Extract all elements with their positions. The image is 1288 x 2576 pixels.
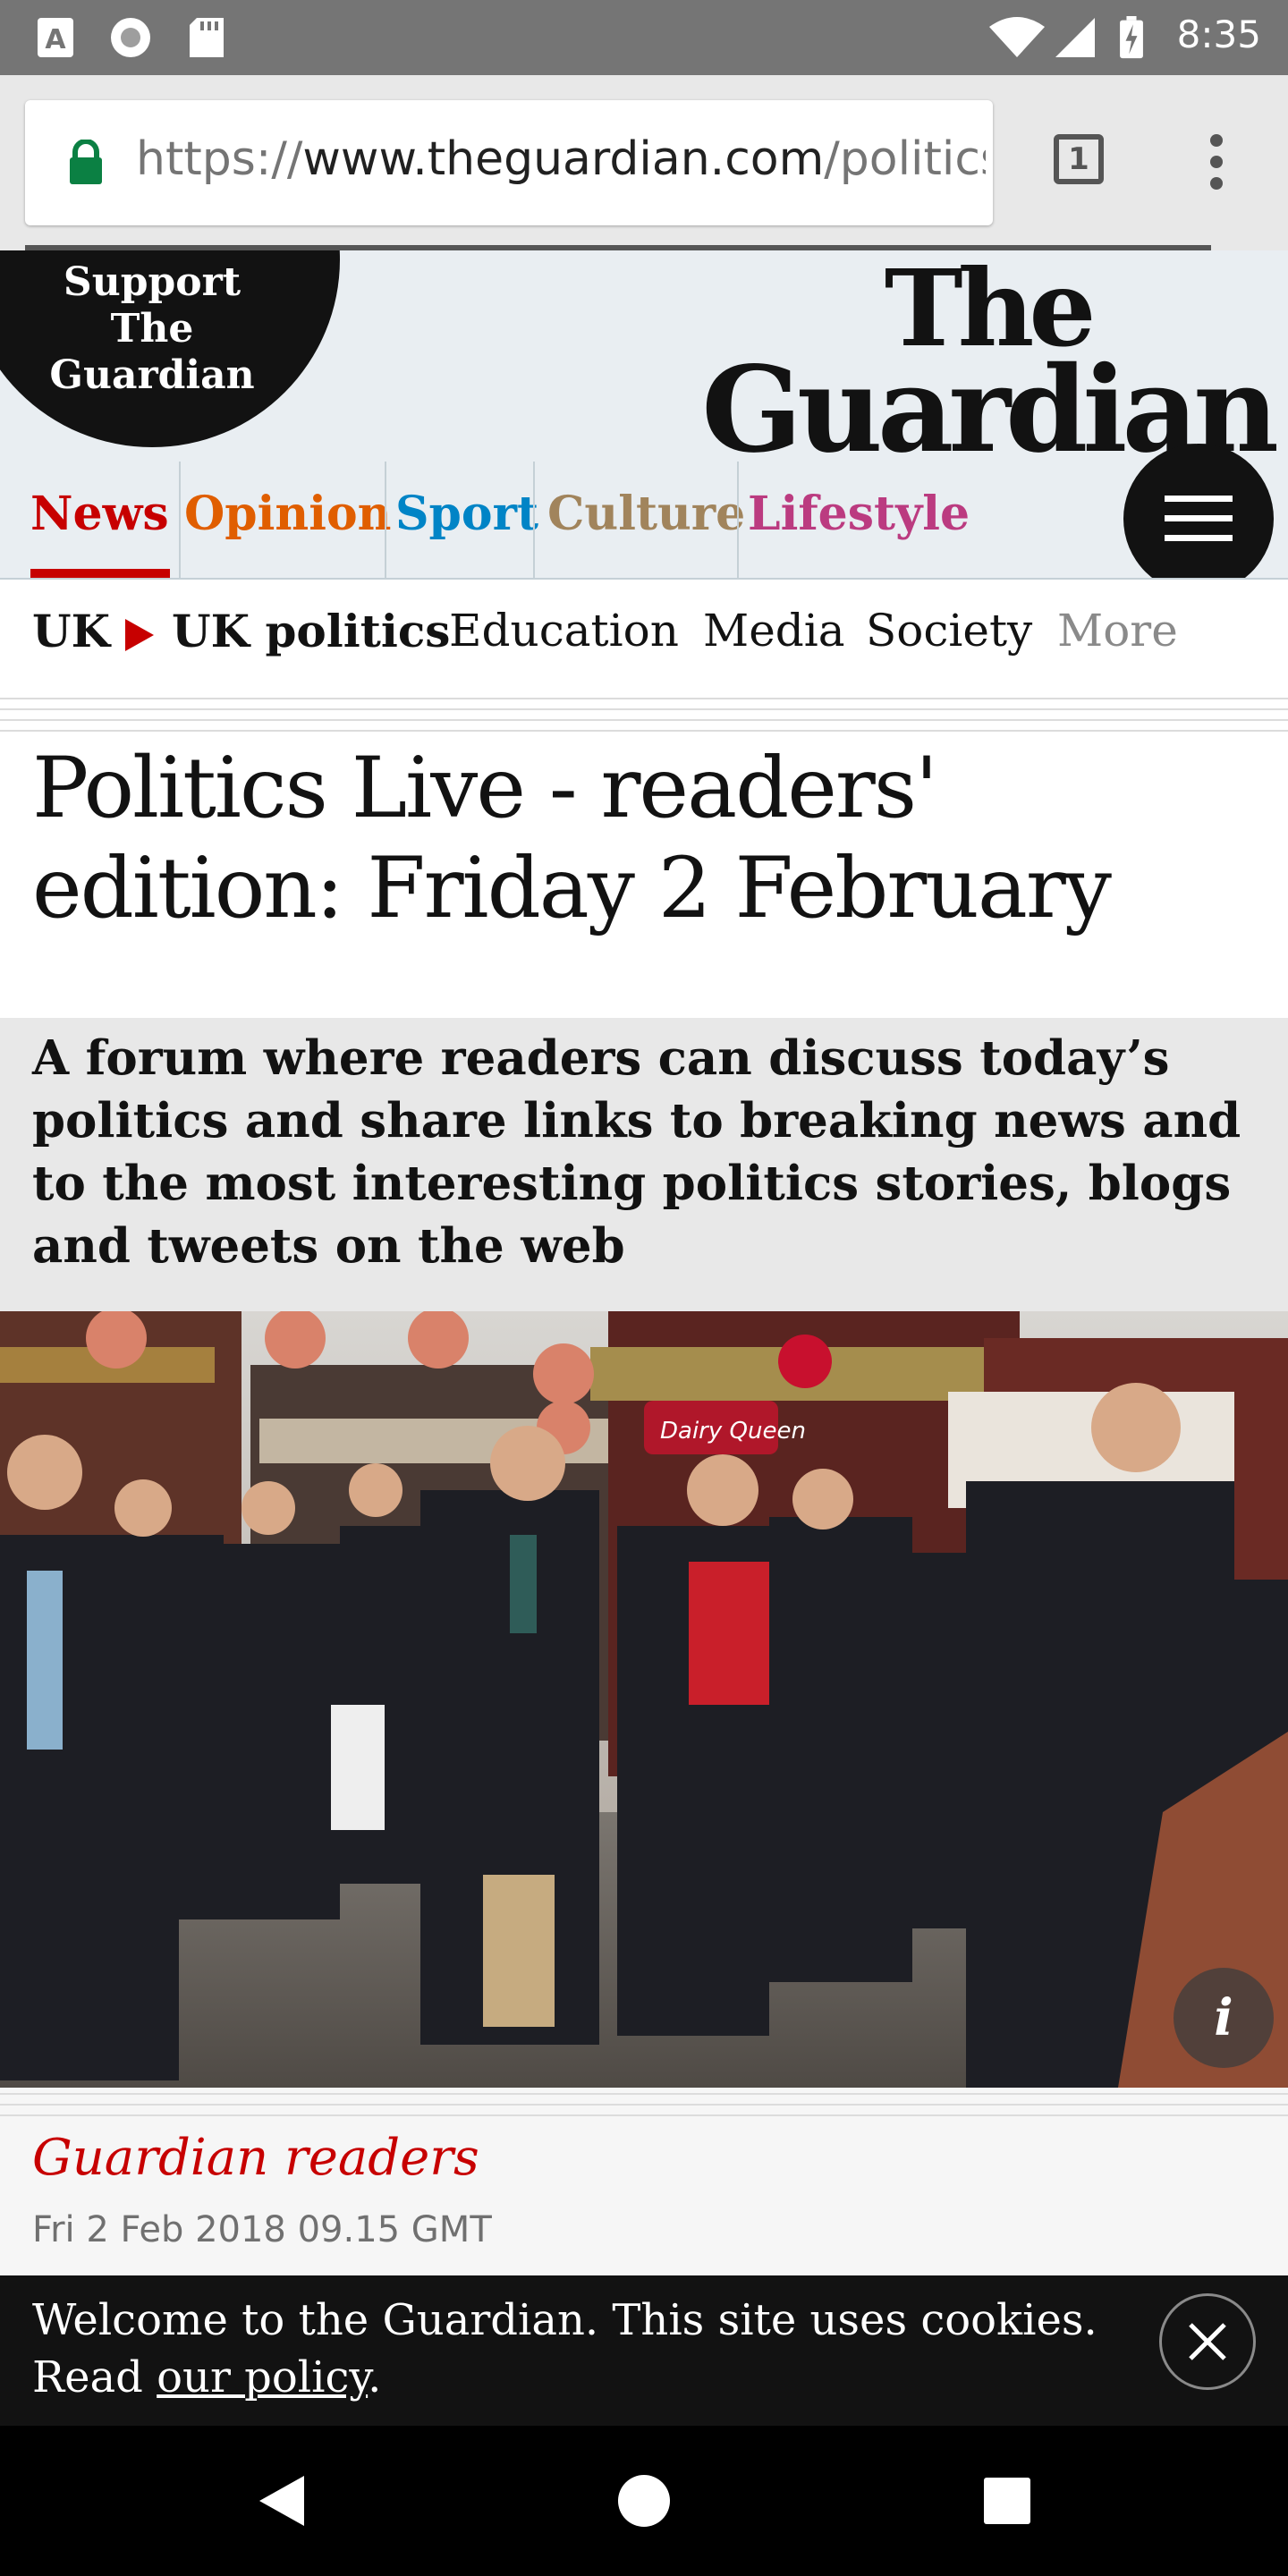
url-path: /politics [824, 132, 986, 186]
recents-icon[interactable] [982, 2476, 1032, 2526]
pillar-culture-label: Culture [547, 487, 746, 541]
signal-icon [1055, 18, 1095, 57]
subnav-more[interactable]: More [1057, 605, 1178, 657]
browser-toolbar: https://www.theguardian.com/politics 1 [0, 75, 1288, 250]
photo-sign-text: Dairy Queen [660, 1418, 806, 1445]
breadcrumb-arrow-icon [125, 619, 154, 651]
publish-date: Fri 2 Feb 2018 09.15 GMT [32, 2209, 492, 2250]
byline-author[interactable]: Guardian readers [32, 2129, 479, 2187]
standfirst-text: A forum where readers can discuss today’… [32, 1030, 1241, 1274]
record-icon [111, 18, 150, 57]
standfirst-block: A forum where readers can discuss today’… [0, 1018, 1288, 1311]
hamburger-icon-bottom [1165, 535, 1233, 541]
support-the-guardian-button[interactable]: Support The Guardian [0, 250, 340, 447]
site-header: Support The Guardian The Guardian News O… [0, 250, 1288, 578]
clock: 8:35 [1176, 13, 1261, 56]
subnav-uk[interactable]: UK [32, 605, 110, 657]
lock-icon [70, 140, 102, 184]
pillar-news[interactable]: News [30, 462, 170, 578]
pillar-opinion-label: Opinion [184, 487, 392, 541]
keyboard-a-icon: A [38, 18, 73, 57]
subnav-media[interactable]: Media [703, 605, 845, 657]
battery-charging-icon [1120, 16, 1143, 59]
sd-card-icon [190, 18, 224, 57]
divider [0, 730, 1288, 732]
pillar-nav: News Opinion Sport Culture Lifestyle [0, 462, 1118, 578]
wifi-icon [989, 17, 1045, 57]
back-icon[interactable] [256, 2474, 306, 2528]
system-navigation-bar [0, 2426, 1288, 2576]
hamburger-icon-mid [1165, 515, 1233, 521]
divider [0, 2104, 1288, 2106]
divider [0, 2114, 1288, 2116]
home-icon[interactable] [617, 2474, 671, 2528]
divider [0, 719, 1288, 721]
url-text: https://www.theguardian.com/politics [136, 132, 986, 186]
section-subnav: UK UK politics Education Media Society M… [0, 578, 1288, 691]
pillar-lifestyle[interactable]: Lifestyle [737, 462, 970, 578]
url-scheme: https:// [136, 132, 303, 186]
url-host: www.theguardian.com [302, 132, 825, 186]
hamburger-icon [1165, 496, 1233, 502]
article-main-image[interactable]: Dairy Queen [0, 1311, 1288, 2088]
cookie-text-end: . [368, 2352, 382, 2402]
pillar-sport[interactable]: Sport [385, 462, 538, 578]
overflow-menu-icon[interactable] [1204, 134, 1229, 191]
support-label: Support The Guardian [49, 259, 255, 398]
pillar-culture[interactable]: Culture [533, 462, 745, 578]
pillar-opinion[interactable]: Opinion [179, 462, 391, 578]
subnav-society[interactable]: Society [866, 605, 1032, 657]
guardian-logo[interactable]: The Guardian [701, 256, 1279, 470]
svg-text:A: A [45, 24, 66, 55]
pillar-sport-label: Sport [395, 487, 539, 541]
pillar-news-label: News [30, 487, 169, 541]
divider [0, 698, 1288, 699]
photo-illustration: Dairy Queen [0, 1311, 1288, 2088]
divider [0, 708, 1288, 710]
cookie-banner: Welcome to the Guardian. This site uses … [0, 2275, 1288, 2426]
divider [0, 2093, 1288, 2095]
close-icon [1189, 2323, 1226, 2360]
subnav-uk-politics[interactable]: UK politics [172, 605, 450, 657]
article-headline: Politics Live - readers' edition: Friday… [32, 740, 1112, 937]
image-caption-info-button[interactable]: i [1174, 1968, 1274, 2068]
subnav-education[interactable]: Education [449, 605, 679, 657]
cookie-message: Welcome to the Guardian. This site uses … [32, 2292, 1123, 2406]
cookie-close-button[interactable] [1159, 2293, 1256, 2390]
pillar-lifestyle-label: Lifestyle [748, 487, 970, 541]
address-bar[interactable]: https://www.theguardian.com/politics [25, 100, 993, 225]
tab-switcher-button[interactable]: 1 [1054, 134, 1104, 184]
status-bar: A 8:35 [0, 0, 1288, 75]
cookie-policy-link[interactable]: our policy [157, 2352, 368, 2402]
main-menu-button[interactable] [1123, 444, 1274, 594]
